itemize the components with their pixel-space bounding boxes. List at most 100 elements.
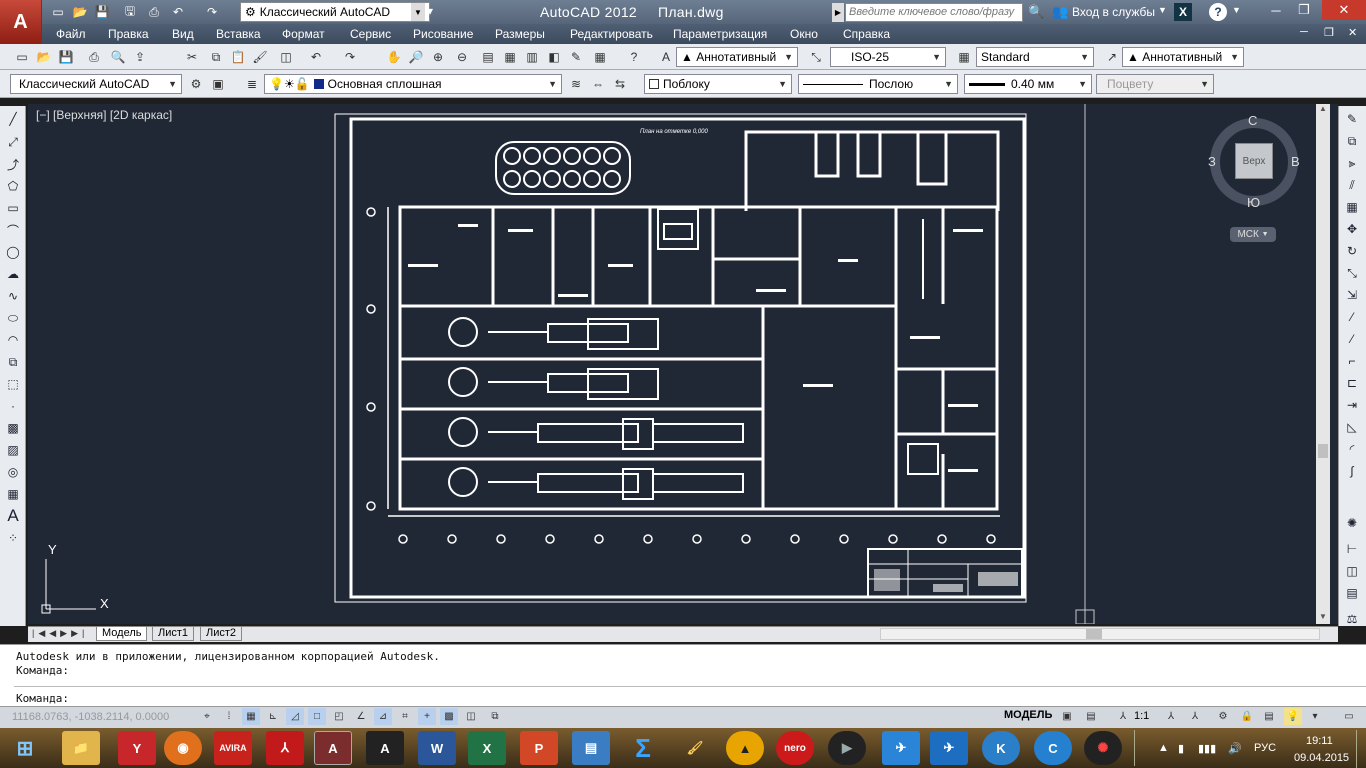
ucs-menu-button[interactable]: МСК ▼ xyxy=(1230,227,1276,242)
tab-layout1[interactable]: Лист1 xyxy=(152,627,195,641)
dynamic-input-icon[interactable]: ⌗ xyxy=(396,708,414,725)
make-current-layer-icon[interactable]: ≋ xyxy=(566,74,586,94)
dim-style-combo[interactable]: ISO-25 ▼ xyxy=(830,47,946,67)
tray-battery-icon[interactable]: ▮ xyxy=(1178,742,1184,755)
region-icon[interactable]: ◎ xyxy=(3,463,23,481)
ortho-icon[interactable]: ⊾ xyxy=(264,708,282,725)
copy-object-icon[interactable]: ⧉ xyxy=(1342,132,1362,150)
model-space-button[interactable]: МОДЕЛЬ xyxy=(1004,709,1052,721)
ellipse-arc-icon[interactable]: ◠ xyxy=(3,331,23,349)
saveas-icon[interactable]: 🖫 xyxy=(120,3,140,21)
media-player-icon[interactable]: ▶ xyxy=(828,731,866,765)
layer-combo[interactable]: 💡 ☀ 🔓 Основная сплошная ▼ xyxy=(264,74,562,94)
circle-icon[interactable]: ◯ xyxy=(3,243,23,261)
clean-screen-icon[interactable]: ▾ xyxy=(1306,708,1324,725)
excel-icon[interactable]: X xyxy=(468,731,506,765)
array-icon[interactable]: ▦ xyxy=(1342,198,1362,216)
search-input[interactable]: Введите ключевое слово/фразу xyxy=(845,3,1023,22)
undo-icon[interactable]: ↶ xyxy=(168,3,188,21)
user-icon[interactable]: 👥 xyxy=(1052,4,1068,20)
doc-restore-button[interactable]: ❐ xyxy=(1324,26,1334,39)
zoom-window-icon[interactable]: ⊕ xyxy=(428,47,448,67)
color-combo[interactable]: Поблоку ▼ xyxy=(644,74,792,94)
move-icon[interactable]: ✥ xyxy=(1342,220,1362,238)
3d-osnap-icon[interactable]: ◰ xyxy=(330,708,348,725)
matchprop-icon[interactable]: 🖌 xyxy=(250,47,270,67)
acrobat-icon[interactable]: ⅄ xyxy=(266,731,304,765)
workspace-combo[interactable]: Классический AutoCAD ▼ xyxy=(10,74,182,94)
scroll-up-icon[interactable]: ▲ xyxy=(1318,104,1328,116)
tray-date[interactable]: 09.04.2015 xyxy=(1294,752,1349,764)
print-icon[interactable]: ⎙ xyxy=(144,3,164,21)
search-icon[interactable]: 🔍 xyxy=(1028,4,1044,20)
point-icon[interactable]: · xyxy=(3,397,23,415)
revcloud-icon[interactable]: ☁ xyxy=(3,265,23,283)
archicad-icon[interactable]: ▲ xyxy=(726,731,764,765)
otrack-icon[interactable]: ∠ xyxy=(352,708,370,725)
tray-volume-icon[interactable]: 🔊 xyxy=(1228,742,1242,755)
preview-icon[interactable]: 🔍 xyxy=(108,47,128,67)
hardware-accel-icon[interactable]: ▤ xyxy=(1260,708,1278,725)
tab-nav-arrows-icon[interactable]: |◀◀▶▶| xyxy=(32,628,88,639)
windows-start-icon[interactable]: ⊞ xyxy=(6,731,44,765)
close-button[interactable]: ✕ xyxy=(1322,0,1366,20)
pan-icon[interactable]: ✋ xyxy=(384,47,404,67)
tab-model[interactable]: Модель xyxy=(96,627,148,641)
menu-format[interactable]: Формат xyxy=(282,27,325,41)
lock-ui-icon[interactable]: 🔒 xyxy=(1238,708,1256,725)
paste-icon[interactable]: 📋 xyxy=(228,47,248,67)
polygon-icon[interactable]: ⬠ xyxy=(3,177,23,195)
auto-scale-icon[interactable]: ⅄ xyxy=(1186,708,1204,725)
remote-desktop-icon[interactable]: ▤ xyxy=(572,731,610,765)
selection-cycling-icon[interactable]: ⧉ xyxy=(486,708,504,725)
quickcalc-icon[interactable]: ▦ xyxy=(590,47,610,67)
lineweight-toggle-icon[interactable]: + xyxy=(418,708,436,725)
toolpalettes-icon[interactable]: ▥ xyxy=(522,47,542,67)
menu-parametric[interactable]: Параметризация xyxy=(673,27,767,41)
undo-icon[interactable]: ↶ xyxy=(306,47,326,67)
plane-app-icon[interactable]: ✈ xyxy=(930,731,968,765)
layer-state-icon[interactable]: ⇆ xyxy=(610,74,630,94)
vertical-scroll-thumb[interactable] xyxy=(1318,444,1328,458)
polyline-icon[interactable]: ⤴ xyxy=(3,155,23,173)
save-icon[interactable]: 💾 xyxy=(56,47,76,67)
menu-help[interactable]: Справка xyxy=(843,27,890,41)
properties-icon[interactable]: ▤ xyxy=(478,47,498,67)
object-snap-icon[interactable]: □ xyxy=(308,708,326,725)
grid-display-icon[interactable]: ▦ xyxy=(242,708,260,725)
search-expand-icon[interactable]: ▶ xyxy=(832,3,844,22)
scale-list-icon[interactable]: ⚖ xyxy=(1342,610,1362,628)
help-book-icon[interactable]: ? xyxy=(624,47,644,67)
rectangle-icon[interactable]: ▭ xyxy=(3,199,23,217)
line-icon[interactable]: ╱ xyxy=(3,110,23,128)
autocad-2012-icon[interactable]: A xyxy=(314,731,352,765)
doc-minimize-button[interactable]: ─ xyxy=(1300,26,1308,38)
isolate-objects-icon[interactable]: 💡 xyxy=(1284,708,1302,725)
word-icon[interactable]: W xyxy=(418,731,456,765)
join-icon[interactable]: ⇥ xyxy=(1342,396,1362,414)
file-explorer-icon[interactable]: 📁 xyxy=(62,731,100,765)
scale-icon[interactable]: ⤡ xyxy=(1342,264,1362,282)
copy-icon[interactable]: ⧉ xyxy=(206,47,226,67)
tray-time[interactable]: 19:11 xyxy=(1306,735,1333,747)
signin-chevron-icon[interactable]: ▼ xyxy=(1158,5,1167,15)
snap-mode-icon[interactable]: ⁞ xyxy=(220,708,238,725)
powerpoint-icon[interactable]: P xyxy=(520,731,558,765)
maximize-button[interactable]: ❐ xyxy=(1286,0,1322,20)
dim-linear-icon[interactable]: ⊢ xyxy=(1342,540,1362,558)
zoom-previous-icon[interactable]: ⊖ xyxy=(452,47,472,67)
doc-close-button[interactable]: ✕ xyxy=(1348,26,1357,39)
signin-button[interactable]: Вход в службы xyxy=(1072,5,1155,19)
blend-icon[interactable]: ∫ xyxy=(1342,462,1362,480)
plotstyle-combo[interactable]: Поцвету ▼ xyxy=(1096,74,1214,94)
insert-block-icon[interactable]: ⧉ xyxy=(3,353,23,371)
status-menu-icon[interactable]: ▭ xyxy=(1340,708,1358,725)
workspace-switch-icon[interactable]: ⚙ xyxy=(1214,708,1232,725)
menu-insert[interactable]: Вставка xyxy=(216,27,261,41)
plot-icon[interactable]: ⎙ xyxy=(84,47,104,67)
workspace-select[interactable]: ⚙ Классический AutoCAD ▼ xyxy=(240,2,430,22)
tray-language[interactable]: РУС xyxy=(1254,742,1276,754)
k-app-icon[interactable]: K xyxy=(982,731,1020,765)
mirror-icon[interactable]: ⫸ xyxy=(1342,154,1362,172)
publish-icon[interactable]: ⇪ xyxy=(130,47,150,67)
